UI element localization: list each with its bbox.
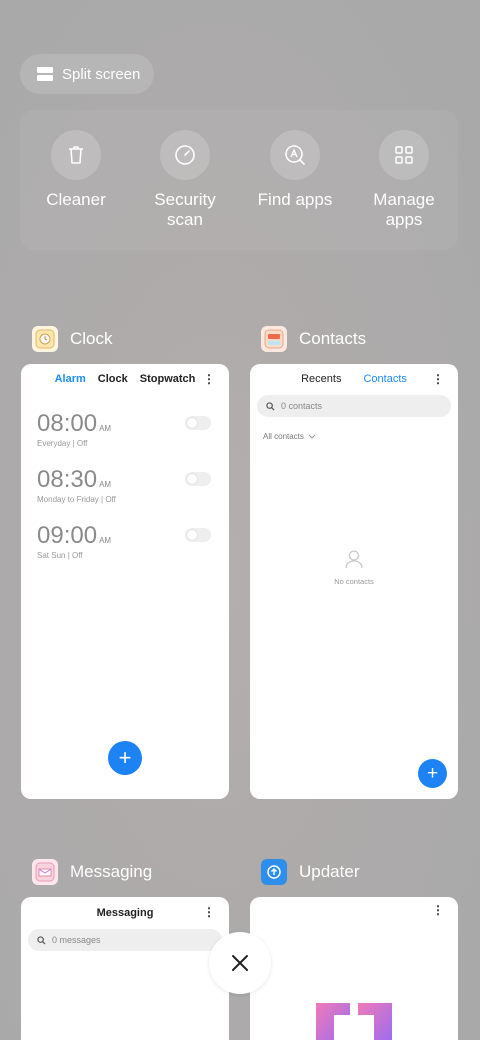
chevron-down-icon [308,434,316,439]
contacts-app-card[interactable]: Recents Contacts ⋮ 0 contacts All contac… [250,364,458,799]
messaging-app-name: Messaging [70,862,153,881]
updater-app-header[interactable]: Updater [261,859,359,885]
messaging-app-card[interactable]: Messaging ⋮ 0 messages [21,897,229,1040]
close-all-button[interactable] [209,932,271,994]
alarm-toggle[interactable] [185,416,211,430]
manage-apps-label: Manage apps [373,190,435,229]
alarm-ampm: AM [99,424,112,433]
updater-app-card[interactable]: ⋮ [250,897,458,1040]
find-apps-icon [285,145,305,165]
security-scan-icon [175,145,195,165]
messages-search-input[interactable]: 0 messages [28,929,222,951]
clock-app-icon [32,326,58,352]
contacts-app-icon [261,326,287,352]
tab-recents[interactable]: Recents [301,373,341,385]
alarm-time: 09:00 [37,522,98,549]
alarm-ampm: AM [99,480,112,489]
tab-stopwatch[interactable]: Stopwatch [140,373,196,385]
alarm-ampm: AM [99,536,112,545]
contacts-app-header[interactable]: Contacts [261,326,366,352]
close-icon [232,955,248,971]
contacts-filter[interactable]: All contacts [263,432,316,441]
messaging-app-header[interactable]: Messaging [32,859,152,885]
contacts-search-placeholder: 0 contacts [281,401,323,411]
manage-apps-button[interactable]: Manage apps [352,130,456,230]
add-contact-button[interactable]: + [418,759,447,788]
updater-app-icon [261,859,287,885]
more-options-icon[interactable]: ⋮ [203,906,215,918]
tab-clock[interactable]: Clock [98,373,128,385]
clock-app-name: Clock [70,329,113,348]
tab-alarm[interactable]: Alarm [55,373,86,385]
cleaner-button[interactable]: Cleaner [24,130,128,210]
security-scan-button[interactable]: Security scan [133,130,237,230]
manage-apps-icon [395,146,413,164]
contacts-app-name: Contacts [299,329,367,348]
messaging-app-icon [32,859,58,885]
alarm-row[interactable]: 08:00 AM Everyday | Off [37,410,213,450]
alarm-description: Everyday | Off [37,439,88,448]
alarm-toggle[interactable] [185,528,211,542]
alarm-row[interactable]: 09:00 AM Sat Sun | Off [37,522,213,562]
contacts-search-input[interactable]: 0 contacts [257,395,451,417]
quick-tools-panel: Cleaner Security scan Find apps Manage a… [20,110,458,250]
alarm-description: Sat Sun | Off [37,551,83,560]
messages-search-placeholder: 0 messages [52,935,101,945]
contacts-tabs: Recents Contacts [250,373,458,385]
trash-icon [69,146,83,164]
split-screen-icon [37,67,53,81]
alarm-time: 08:30 [37,466,98,493]
clock-tabs: Alarm Clock Stopwatch [21,373,229,385]
clock-app-card[interactable]: Alarm Clock Stopwatch ⋮ 08:00 AM Everyday… [21,364,229,799]
updater-app-name: Updater [299,862,360,881]
search-icon [266,401,275,411]
tab-contacts[interactable]: Contacts [363,373,406,385]
security-scan-label: Security scan [154,190,216,229]
alarm-description: Monday to Friday | Off [37,495,116,504]
messaging-title: Messaging [96,907,154,919]
clock-app-header[interactable]: Clock [32,326,113,352]
more-options-icon[interactable]: ⋮ [203,373,215,385]
alarm-toggle[interactable] [185,472,211,486]
person-icon [345,550,363,569]
split-screen-button[interactable]: Split screen [20,54,154,94]
split-screen-label: Split screen [62,65,141,83]
no-contacts-text: No contacts [334,577,374,586]
miui-logo-icon [316,1003,392,1040]
alarm-row[interactable]: 08:30 AM Monday to Friday | Off [37,466,213,506]
alarm-time: 08:00 [37,410,98,437]
more-options-icon[interactable]: ⋮ [432,373,444,385]
cleaner-label: Cleaner [46,190,106,209]
more-options-icon[interactable]: ⋮ [432,904,444,916]
add-alarm-button[interactable]: + [108,741,142,775]
find-apps-label: Find apps [257,190,333,209]
contacts-filter-label: All contacts [263,432,304,441]
search-icon [37,935,46,945]
find-apps-button[interactable]: Find apps [243,130,347,210]
